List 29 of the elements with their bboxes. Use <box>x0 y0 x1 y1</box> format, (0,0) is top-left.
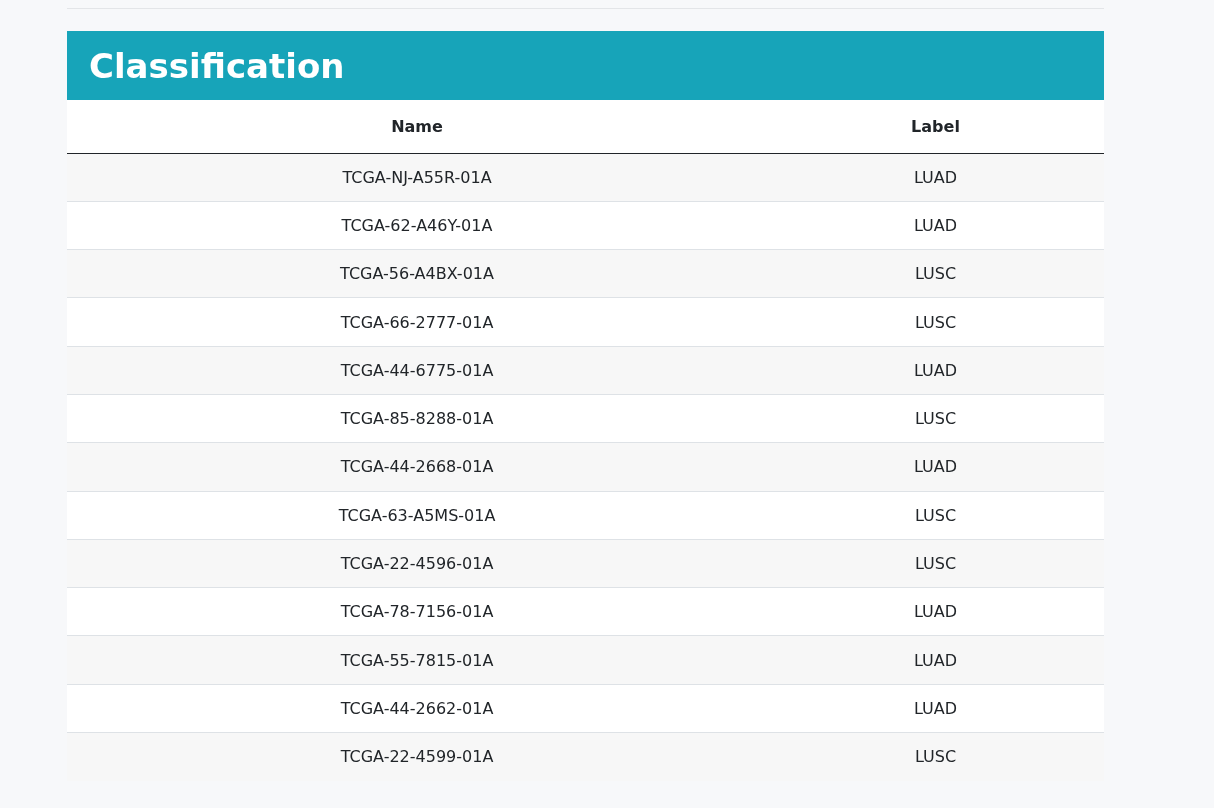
table-cell: LUAD <box>767 684 1104 733</box>
table-cell: TCGA-55-7815-01A <box>67 635 767 685</box>
table-cell: LUSC <box>767 394 1104 443</box>
table-cell: LUSC <box>767 539 1104 588</box>
table-cell: LUAD <box>767 153 1104 202</box>
table-cell: TCGA-22-4596-01A <box>67 539 767 588</box>
table-cell: LUAD <box>767 635 1104 685</box>
table-cell: TCGA-85-8288-01A <box>67 394 767 443</box>
column-header: Label <box>767 100 1104 153</box>
table-cell: TCGA-44-6775-01A <box>67 346 767 395</box>
table-cell: TCGA-56-A4BX-01A <box>67 249 767 298</box>
table-cell: LUSC <box>767 491 1104 540</box>
table-cell: LUAD <box>767 201 1104 250</box>
table-cell: LUAD <box>767 442 1104 492</box>
table-cell: TCGA-62-A46Y-01A <box>67 201 767 250</box>
table-cell: TCGA-NJ-A55R-01A <box>67 153 767 202</box>
section-title: Classification <box>89 45 345 86</box>
table-cell: LUSC <box>767 297 1104 347</box>
table-cell: LUAD <box>767 587 1104 636</box>
table-cell: TCGA-44-2662-01A <box>67 684 767 733</box>
column-header: Name <box>67 100 767 153</box>
table-cell: LUSC <box>767 732 1104 781</box>
table-cell: TCGA-78-7156-01A <box>67 587 767 636</box>
table-cell: TCGA-44-2668-01A <box>67 442 767 492</box>
table-cell: LUAD <box>767 346 1104 395</box>
table-cell: TCGA-63-A5MS-01A <box>67 491 767 540</box>
table-cell: TCGA-22-4599-01A <box>67 732 767 781</box>
table-cell: LUSC <box>767 249 1104 298</box>
table-cell: TCGA-66-2777-01A <box>67 297 767 347</box>
